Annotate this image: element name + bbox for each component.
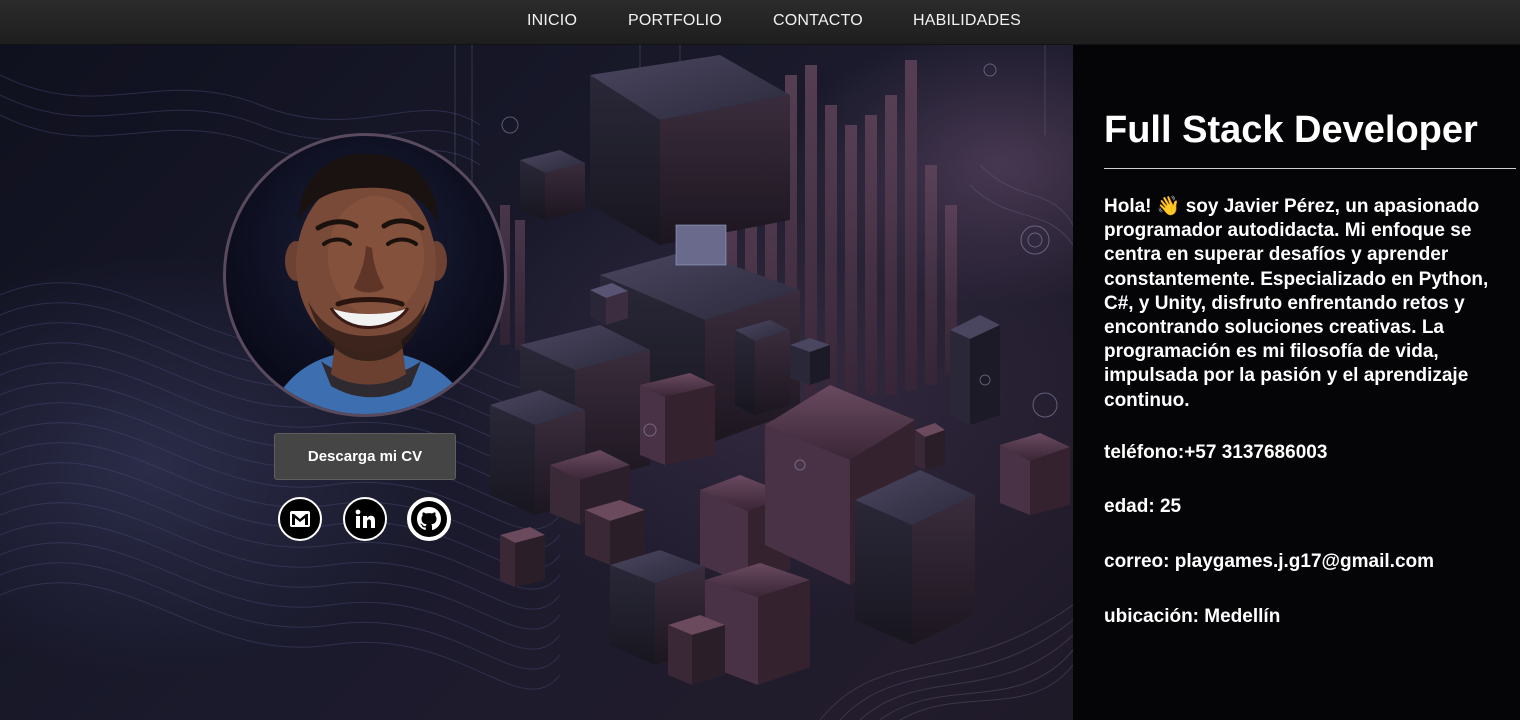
about-panel: Full Stack Developer Hola! 👋 soy Javier … <box>1073 45 1520 720</box>
download-cv-button[interactable]: Descarga mi CV <box>274 433 456 480</box>
linkedin-button[interactable] <box>343 497 387 541</box>
person-illustration <box>268 153 474 414</box>
nav-habilidades[interactable]: HABILIDADES <box>913 12 1021 30</box>
gmail-button[interactable] <box>278 497 322 541</box>
linkedin-icon <box>355 509 375 528</box>
profile-avatar <box>223 133 507 417</box>
gmail-icon <box>290 511 310 527</box>
age-detail: edad: 25 <box>1104 496 1182 517</box>
email-detail: correo: playgames.j.g17@gmail.com <box>1104 551 1435 572</box>
github-button[interactable] <box>407 497 451 541</box>
github-icon <box>411 501 447 537</box>
location-detail: ubicación: Medellín <box>1104 606 1281 627</box>
page-title: Full Stack Developer <box>1104 109 1478 151</box>
nav-contacto[interactable]: CONTACTO <box>773 12 863 30</box>
title-divider <box>1104 168 1516 169</box>
bio-text: Hola! 👋 soy Javier Pérez, un apasionado … <box>1104 196 1489 411</box>
nav-inicio[interactable]: INICIO <box>527 12 577 30</box>
top-navigation: INICIO PORTFOLIO CONTACTO HABILIDADES <box>0 0 1520 45</box>
nav-portfolio[interactable]: PORTFOLIO <box>628 12 722 30</box>
phone-detail: teléfono:+57 3137686003 <box>1104 442 1328 463</box>
